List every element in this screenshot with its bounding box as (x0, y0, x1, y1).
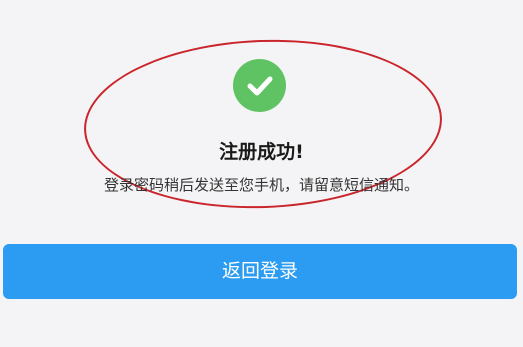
check-icon (233, 59, 286, 112)
back-to-login-button[interactable]: 返回登录 (3, 244, 517, 299)
success-title: 注册成功! (219, 141, 304, 163)
success-message: 登录密码稍后发送至您手机，请留意短信通知。 (103, 176, 419, 194)
